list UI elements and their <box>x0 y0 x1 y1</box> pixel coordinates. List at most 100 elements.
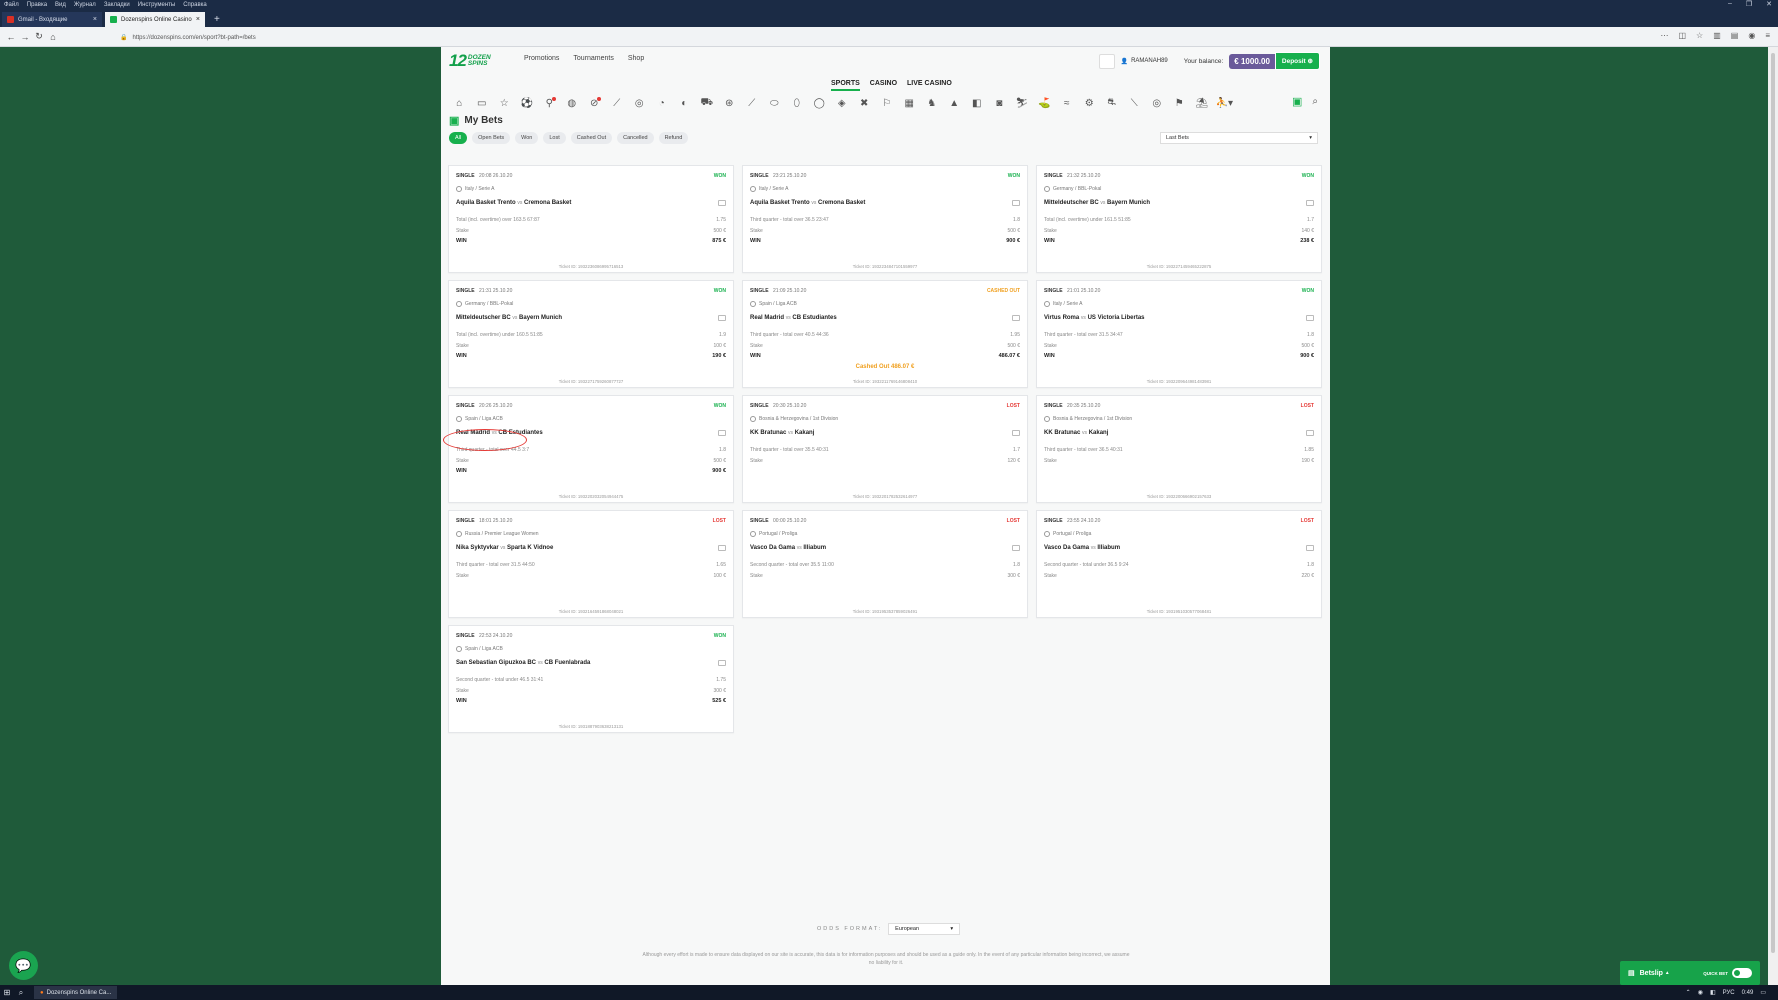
tab-sports[interactable]: SPORTS <box>831 80 860 91</box>
sport-tennis-icon[interactable]: ⊘ <box>583 96 606 109</box>
menu-item[interactable]: Инструменты <box>138 2 175 8</box>
sport-squash-icon[interactable]: ◯ <box>808 98 831 109</box>
statistics-icon[interactable] <box>718 430 726 436</box>
site-logo[interactable]: 12 DOZEN SPINS <box>449 51 491 70</box>
close-tab-icon[interactable]: × <box>93 16 97 23</box>
search-icon[interactable]: ⌕ <box>1312 96 1318 107</box>
search-icon[interactable]: ⌕ <box>14 988 28 998</box>
filter-lost[interactable]: Lost <box>543 132 566 144</box>
sport-live-icon[interactable]: ▭ <box>471 98 494 109</box>
period-select[interactable]: Last Bets ▾ <box>1160 132 1318 144</box>
hamburger-menu-icon[interactable]: ≡ <box>1765 31 1770 40</box>
statistics-icon[interactable] <box>1306 315 1314 321</box>
bet-match[interactable]: Nika Syktyvkar vs Sparta K Vidnoe <box>456 545 553 551</box>
sport-chat-icon[interactable]: ◧ <box>966 98 989 109</box>
windows-start-icon[interactable]: ⊞ <box>0 988 14 997</box>
sport-mountain-icon[interactable]: ▲ <box>943 98 966 109</box>
statistics-icon[interactable] <box>718 660 726 666</box>
tab-casino[interactable]: CASINO <box>870 80 897 91</box>
filter-open[interactable]: Open Bets <box>472 132 511 144</box>
statistics-icon[interactable] <box>718 545 726 551</box>
close-window-icon[interactable]: ✕ <box>1766 0 1772 8</box>
statistics-icon[interactable] <box>1306 545 1314 551</box>
sport-more-icon[interactable]: ⛹▾ <box>1213 98 1236 109</box>
volume-icon[interactable]: ◧ <box>1710 989 1716 996</box>
filter-cashed-out[interactable]: Cashed Out <box>570 132 613 144</box>
nav-promotions[interactable]: Promotions <box>524 55 559 62</box>
notification-button[interactable] <box>1098 53 1115 69</box>
sport-fighting-icon[interactable]: ✖ <box>853 98 876 109</box>
address-bar[interactable]: 🔒 https://dozenspins.com/en/sport?bt-pat… <box>120 32 1620 43</box>
sport-rugby-icon[interactable]: ⬭ <box>763 98 786 109</box>
statistics-icon[interactable] <box>718 315 726 321</box>
betslip-bar[interactable]: ▤ Betslip ▴ QUICK BET <box>1620 961 1760 985</box>
sport-cricket-icon[interactable]: ⟋ <box>741 98 764 109</box>
nav-shop[interactable]: Shop <box>628 55 644 62</box>
sport-football-icon[interactable]: ⚽ <box>516 98 539 109</box>
statistics-icon[interactable] <box>1012 430 1020 436</box>
sport-hockey-icon[interactable]: ⟍ <box>1123 98 1146 109</box>
home-icon[interactable]: ⌂ <box>46 32 60 42</box>
bet-card[interactable]: SINGLE 20:08 26.10.20 WON Italy / Serie A Aq… <box>448 165 734 273</box>
filter-cancelled[interactable]: Cancelled <box>617 132 654 144</box>
pocket-icon[interactable]: ◫ <box>1678 31 1686 40</box>
nav-tournaments[interactable]: Tournaments <box>573 55 613 62</box>
bet-match[interactable]: Real Madrid vs CB Estudiantes <box>750 315 837 321</box>
close-tab-icon[interactable]: × <box>196 16 200 23</box>
sport-ice-hockey-icon[interactable]: ⚲ <box>538 96 561 109</box>
sport-flag-icon[interactable]: ⚑ <box>1168 98 1191 109</box>
sport-volleyball-icon[interactable]: ◎ <box>628 98 651 109</box>
menu-item[interactable]: Закладки <box>104 2 130 8</box>
bet-match[interactable]: Aquila Basket Trento vs Cremona Basket <box>750 200 865 206</box>
quick-bet-toggle[interactable] <box>1732 968 1752 978</box>
sport-golf-icon[interactable]: ⛳ <box>1033 98 1056 109</box>
sport-boxing-icon[interactable]: ◙ <box>988 98 1011 109</box>
reload-icon[interactable]: ↻ <box>32 31 46 42</box>
bet-card[interactable]: SINGLE 20:30 25.10.20 LOST Bosnia & Herzego… <box>742 395 1028 503</box>
bet-card[interactable]: SINGLE 23:55 24.10.20 LOST Portugal / Proli… <box>1036 510 1322 618</box>
taskbar-app-firefox[interactable]: ● Dozenspins Online Ca... <box>34 986 118 999</box>
sport-swimming-icon[interactable]: ≈ <box>1056 98 1079 109</box>
odds-format-select[interactable]: European ▾ <box>888 923 961 935</box>
page-scrollbar[interactable] <box>1768 47 1778 985</box>
maximize-icon[interactable]: ❐ <box>1746 0 1752 8</box>
sport-badminton-icon[interactable]: ⟋ <box>606 98 629 109</box>
menu-item[interactable]: Справка <box>183 2 207 8</box>
tab-dozenspins[interactable]: Dozenspins Online Casino × <box>105 12 205 27</box>
tray-chevron-icon[interactable]: ⌃ <box>1686 989 1691 996</box>
sport-racing-icon[interactable]: ⊛ <box>718 98 741 109</box>
statistics-icon[interactable] <box>718 200 726 206</box>
language-indicator[interactable]: РУС <box>1723 990 1735 996</box>
back-icon[interactable]: ← <box>4 32 18 42</box>
bet-card[interactable]: SINGLE 23:21 25.10.20 WON Italy / Serie A Aq… <box>742 165 1028 273</box>
sport-am-football-icon[interactable]: ⬯ <box>786 98 809 109</box>
sport-cycling-icon[interactable]: ⚙ <box>1078 98 1101 109</box>
sport-horse-racing-icon[interactable]: ♞ <box>921 98 944 109</box>
notifications-icon[interactable]: ▭ <box>1760 989 1766 996</box>
sport-nba-icon[interactable]: ▦ <box>898 98 921 109</box>
sport-motorsport-icon[interactable]: ⛐ <box>1101 97 1124 110</box>
new-tab-icon[interactable]: + <box>208 12 226 27</box>
network-icon[interactable]: ◉ <box>1698 989 1703 996</box>
statistics-icon[interactable] <box>1012 315 1020 321</box>
bookmark-star-icon[interactable]: ☆ <box>1696 31 1703 40</box>
bet-card[interactable]: SINGLE 22:53 24.10.20 WON Spain / Liga ACB S… <box>448 625 734 733</box>
bet-card[interactable]: SINGLE 20:35 25.10.20 LOST Bosnia & Herzego… <box>1036 395 1322 503</box>
bet-match[interactable]: Vasco Da Gama vs Illiabum <box>1044 545 1120 551</box>
bet-match[interactable]: Vasco Da Gama vs Illiabum <box>750 545 826 551</box>
sport-esports-icon[interactable]: ⛟ <box>696 97 719 110</box>
clock[interactable]: 0:49 <box>1742 990 1754 996</box>
deposit-button[interactable]: Deposit ⊕ <box>1274 52 1320 70</box>
bet-card[interactable]: SINGLE 21:31 25.10.20 WON Germany / BBL-Pok… <box>448 280 734 388</box>
bet-card[interactable]: SINGLE 00:00 25.10.20 LOST Portugal / Proli… <box>742 510 1028 618</box>
sport-home-icon[interactable]: ⌂ <box>448 98 471 109</box>
tab-gmail[interactable]: Gmail - Входящие × <box>2 12 102 27</box>
bet-match[interactable]: Virtus Roma vs US Victoria Libertas <box>1044 315 1145 321</box>
bet-card[interactable]: SINGLE 18:01 25.10.20 LOST Russia / Premier… <box>448 510 734 618</box>
sport-skiing-icon[interactable]: ⛷ <box>1011 98 1034 109</box>
bet-card[interactable]: SINGLE 21:09 25.10.20 CASHED OUT Spain / Li… <box>742 280 1028 388</box>
sport-beach-icon[interactable]: ⛱ <box>1191 98 1214 109</box>
bet-match[interactable]: KK Bratunac vs Kakanj <box>1044 430 1108 436</box>
sport-basketball-icon[interactable]: ◍ <box>561 98 584 109</box>
bet-match[interactable]: San Sebastian Gipuzkoa BC vs CB Fuenlabr… <box>456 660 590 666</box>
